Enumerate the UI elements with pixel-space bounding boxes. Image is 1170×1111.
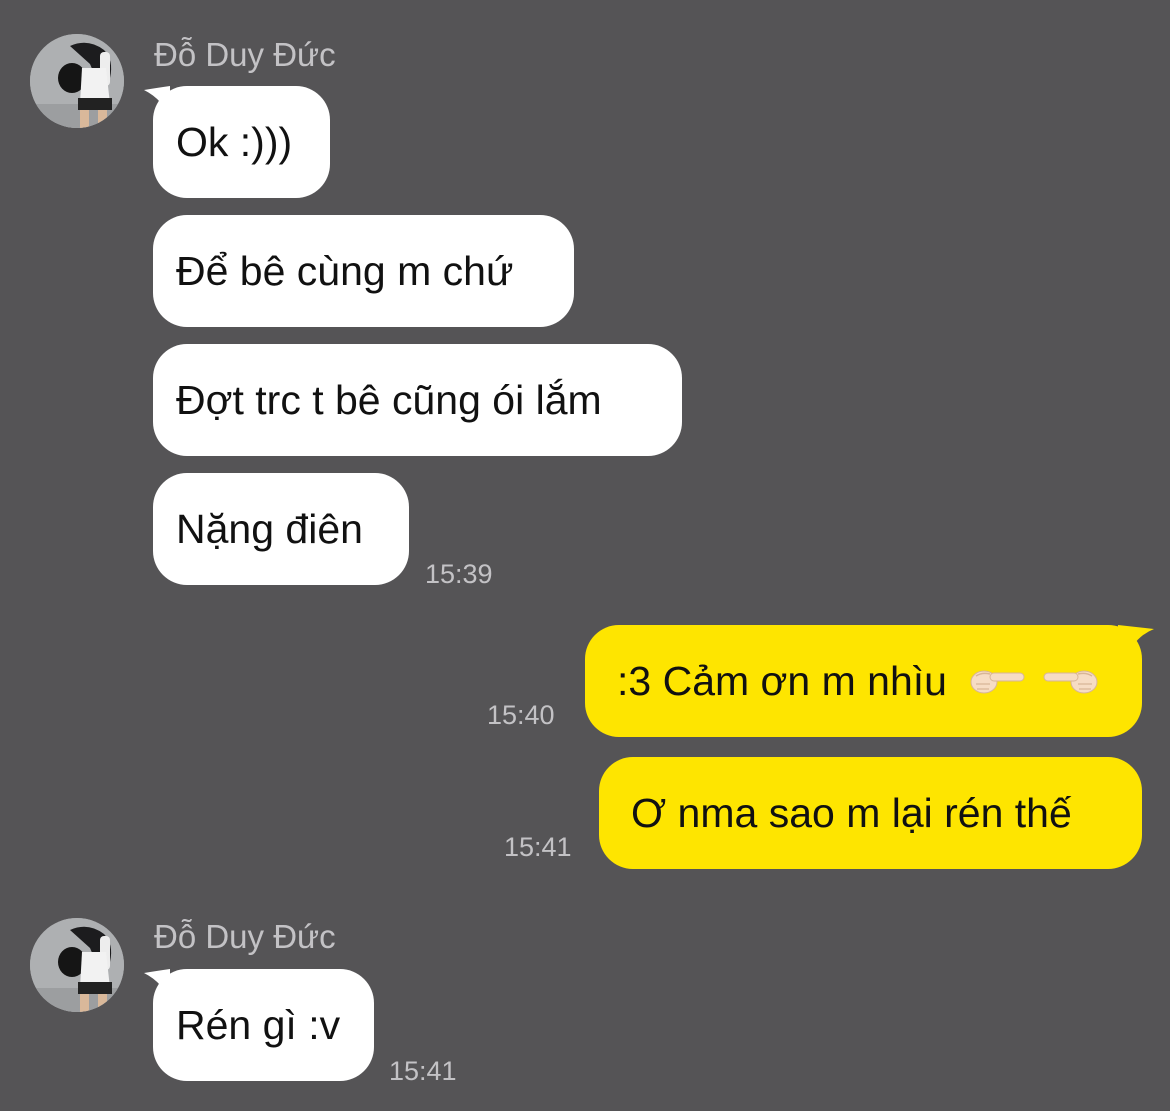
- message-timestamp: 15:41: [389, 1056, 457, 1086]
- sender-avatar[interactable]: [30, 918, 124, 1012]
- message-text: Nặng điên: [176, 506, 363, 552]
- message-timestamp: 15:40: [487, 700, 555, 730]
- message-timestamp: 15:39: [425, 559, 493, 589]
- avatar-image: [30, 34, 124, 128]
- sender-name: Đỗ Duy Đức: [154, 918, 336, 955]
- hand-pointing-left-icon: [1043, 670, 1098, 694]
- sender-avatar[interactable]: [30, 34, 124, 128]
- sender-name: Đỗ Duy Đức: [154, 36, 336, 73]
- avatar-image: [30, 918, 124, 1012]
- hand-pointing-right-icon: [970, 670, 1025, 694]
- message-text: Để bê cùng m chứ: [176, 248, 514, 294]
- message-text: Đợt trc t bê cũng ói lắm: [176, 377, 602, 423]
- message-text: :3 Cảm ơn m nhìu: [617, 658, 947, 704]
- message-bubble[interactable]: Ơ nma sao m lại rén thế: [599, 757, 1142, 869]
- message-bubble[interactable]: Rén gì :v: [153, 969, 374, 1081]
- message-bubble[interactable]: Nặng điên: [153, 473, 409, 585]
- message-text: Rén gì :v: [176, 1002, 341, 1048]
- message-bubble[interactable]: Ok :))): [153, 86, 330, 198]
- emoji-group: [966, 626, 1101, 738]
- message-text: Ơ nma sao m lại rén thế: [631, 790, 1072, 836]
- message-text: Ok :))): [176, 119, 293, 165]
- message-bubble[interactable]: Đợt trc t bê cũng ói lắm: [153, 344, 682, 456]
- message-bubble[interactable]: Để bê cùng m chứ: [153, 215, 574, 327]
- message-bubble[interactable]: :3 Cảm ơn m nhìu: [585, 625, 1142, 737]
- message-timestamp: 15:41: [504, 832, 572, 862]
